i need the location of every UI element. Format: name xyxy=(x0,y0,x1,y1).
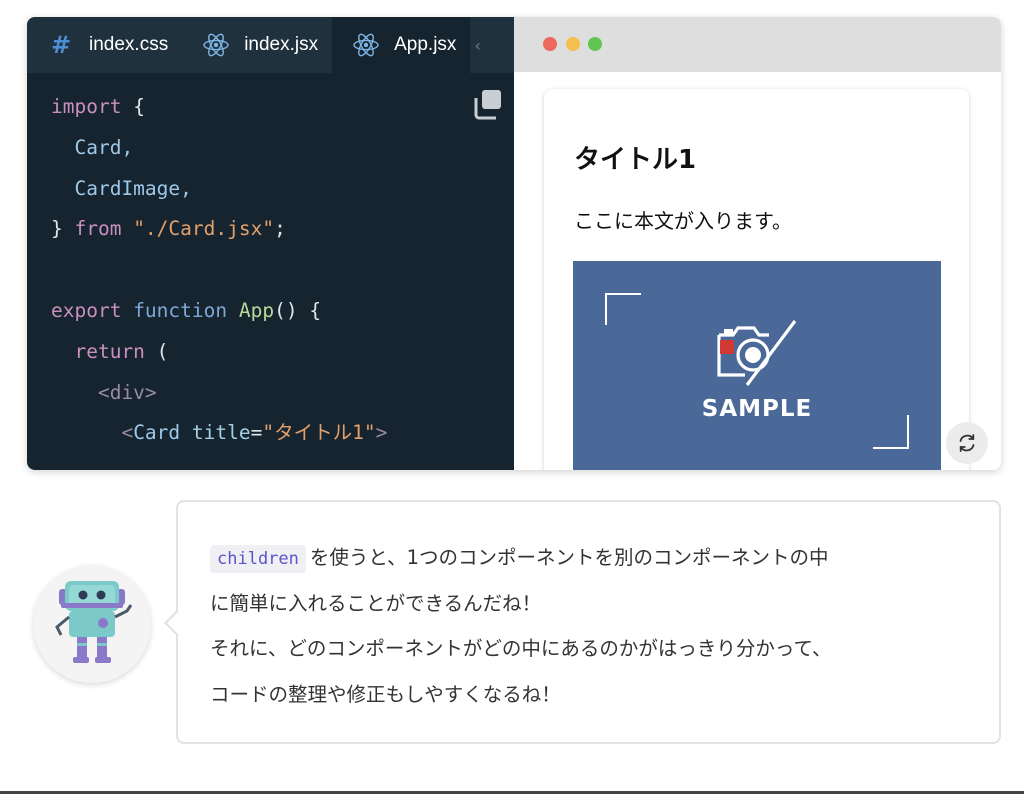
code-token: CardImage, xyxy=(51,176,192,200)
tab-overflow-icon[interactable]: ‹ xyxy=(470,17,490,73)
camera-icon xyxy=(717,320,797,386)
bubble-line: それに、どのコンポーネントがどの中にあるのかがはっきり分かって、 xyxy=(210,637,832,660)
code-token: } xyxy=(51,217,75,241)
code-token: ( xyxy=(144,339,169,363)
card-title: タイトル1 xyxy=(574,145,697,175)
close-dot-icon[interactable] xyxy=(543,37,557,51)
code-token: { xyxy=(121,95,145,118)
robot-avatar xyxy=(33,565,151,683)
code-token: > xyxy=(375,421,388,445)
tab-index-css[interactable]: # index.css xyxy=(27,17,182,73)
preview-card: タイトル1 ここに本文が入ります。 SAMPLE xyxy=(544,89,969,470)
code-token: return xyxy=(51,339,145,363)
minimize-dot-icon[interactable] xyxy=(566,37,580,51)
card-body: ここに本文が入ります。 xyxy=(574,209,792,233)
code-token: = xyxy=(250,421,263,445)
code-token: function xyxy=(121,298,228,322)
code-token: ; xyxy=(274,217,286,241)
tab-index-jsx[interactable]: index.jsx xyxy=(182,17,332,73)
copy-icon[interactable] xyxy=(471,87,505,121)
bubble-line: を使うと、1つのコンポーネントを別のコンポーネントの中 xyxy=(309,546,829,569)
code-token: title xyxy=(180,421,251,445)
code-token: Card, xyxy=(51,135,134,159)
bubble-line: に簡単に入れることができるんだね！ xyxy=(210,591,542,615)
code-token: Card xyxy=(133,421,181,445)
tab-label: index.jsx xyxy=(244,34,319,55)
file-tabs: # index.css index.jsx App.jsx ‹ xyxy=(27,17,514,73)
card-image: SAMPLE xyxy=(573,261,941,470)
tab-label: index.css xyxy=(89,34,169,55)
preview-pane: タイトル1 ここに本文が入ります。 SAMPLE xyxy=(514,17,1001,470)
bubble-text: children を使うと、1つのコンポーネントを別のコンポーネントの中 に簡単に… xyxy=(210,535,980,717)
sample-label: SAMPLE xyxy=(701,396,813,422)
code-content[interactable]: import { Card, CardImage, } from "./Card… xyxy=(51,87,387,454)
hash-icon: # xyxy=(50,31,72,59)
code-token: import xyxy=(51,95,122,118)
bubble-pointer-inner xyxy=(167,612,178,634)
maximize-dot-icon[interactable] xyxy=(588,37,602,51)
code-playground: # index.css index.jsx App.jsx ‹ import {… xyxy=(27,17,1001,470)
code-token: export xyxy=(51,298,122,322)
speech-bubble: children を使うと、1つのコンポーネントを別のコンポーネントの中 に簡単に… xyxy=(176,500,1001,744)
browser-titlebar xyxy=(514,17,1001,72)
code-editor: # index.css index.jsx App.jsx ‹ import {… xyxy=(27,17,514,470)
code-token: "./Card.jsx" xyxy=(121,217,275,241)
frame-corner xyxy=(605,293,641,325)
code-token: from xyxy=(74,217,122,241)
refresh-icon[interactable] xyxy=(946,422,988,464)
code-token: App xyxy=(227,298,275,322)
tab-label: App.jsx xyxy=(394,34,457,55)
code-token: < xyxy=(51,421,134,445)
code-token: "タイトル1" xyxy=(262,421,376,445)
code-token: <div> xyxy=(51,380,157,404)
react-icon xyxy=(202,31,230,59)
inline-code: children xyxy=(210,545,306,573)
code-token: () { xyxy=(274,298,322,322)
bubble-line: コードの整理や修正もしやすくなるね！ xyxy=(210,682,561,706)
tab-app-jsx[interactable]: App.jsx xyxy=(332,17,471,73)
react-icon xyxy=(352,31,380,59)
